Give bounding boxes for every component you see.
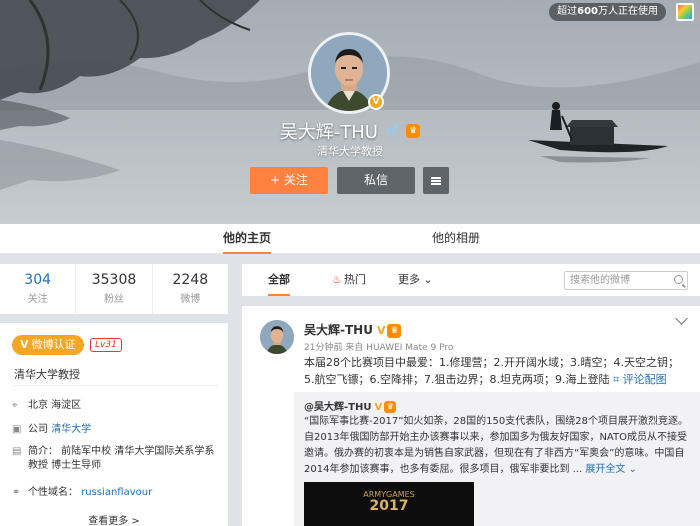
search-icon[interactable] [674,275,683,284]
profile-intro: 清华大学教授 [317,145,383,158]
skin-palette-icon[interactable] [676,3,694,21]
card-intro: 清华大学教授 [14,368,80,381]
verification-label: 微博认证 [31,338,76,351]
vip-crown-icon[interactable]: ♛ [384,401,397,413]
stat-followers-label: 粉丝 [103,294,124,305]
expand-full-text-link[interactable]: 展开全文 ⌄ [585,464,637,475]
profile-name-row: 吴大辉-THU ♂ ♛ [0,118,700,144]
location-text: 北京 海淀区 [28,400,82,411]
filter-hot-label: 热门 [343,273,366,286]
reposted-content: @吴大辉-THU V ♛ “国际军事比赛-2017”如火如荼，28国的150支代表队… [294,392,700,526]
stat-followers-count: 35308 [91,272,137,288]
fire-icon: ♨ [332,273,342,286]
profile-cover: 超过600万人正在使用 V 吴大辉-THU ♂ ♛ 清华大学教授 + 关注 私信 [0,0,700,224]
feed-post: 吴大辉-THU V ♛ 21分钟前 来自 HUAWEI Mate 9 Pro 本届2… [242,306,700,526]
domain-link[interactable]: russianflavour [81,487,152,498]
profile-name: 吴大辉-THU [279,122,378,143]
tab-album[interactable]: 他的相册 [432,224,480,254]
comment-image-label: 评论配图 [622,373,667,386]
feed-filter-bar: 全部 ♨ 热门 更多 ⌄ [242,264,700,296]
stat-followers[interactable]: 35308 粉丝 [76,264,153,314]
more-menu-button[interactable] [423,167,449,194]
filter-all[interactable]: 全部 [268,264,290,296]
online-badge-suffix: 万人正在使用 [598,6,658,17]
bio-card-icon: ▤ [12,446,22,457]
vip-crown-icon[interactable]: ♛ [406,124,421,138]
post-author-avatar[interactable] [260,320,294,354]
online-badge-count: 600 [577,6,598,17]
verified-v-icon: V [368,94,384,110]
post-author-line: 吴大辉-THU V ♛ [304,321,402,338]
profile-stats: 304 关注 35308 粉丝 2248 微博 [0,264,228,314]
repost-image[interactable]: ARMYGAMES 2017 [304,482,474,526]
follow-button[interactable]: + 关注 [250,167,328,194]
verified-v-icon: V [20,338,29,351]
stat-posts-label: 微博 [180,294,201,305]
company-prefix: 公司 [28,424,48,435]
tab-home[interactable]: 他的主页 [223,224,272,254]
verified-v-icon: V [374,402,383,413]
weibo-search-box[interactable] [564,271,688,290]
post-text: 本届28个比赛项目中最爱：1.修理营；2.开开阔水域；3.晴空；4.天空之钥；5… [304,354,686,388]
post-options-chevron-icon[interactable] [675,312,688,325]
male-gender-icon: ♂ [385,123,399,139]
bio-text: 简介： 前陆军中校 清华大学国际关系学系教授 博士生导师 [28,446,215,471]
online-users-badge: 超过600万人正在使用 [549,3,666,21]
see-more-link[interactable]: 查看更多 > [0,512,228,526]
repost-author-line: @吴大辉-THU V ♛ [304,398,397,413]
info-domain: ⚭ 个性域名： russianflavour [12,483,152,498]
briefcase-icon: ▣ [12,424,22,435]
company-link[interactable]: 清华大学 [51,424,91,435]
stat-posts-count: 2248 [172,272,209,288]
image-caption-year: 2017 [369,498,409,514]
filter-more[interactable]: 更多 ⌄ [398,264,433,296]
post-avatar-image [260,320,294,354]
caret-down-icon: ⌄ [423,273,433,286]
weibo-search-input[interactable] [565,272,665,289]
post-meta[interactable]: 21分钟前 来自 HUAWEI Mate 9 Pro [304,340,453,353]
location-pin-icon: ⌖ [12,400,18,411]
repost-text: “国际军事比赛-2017”如火如荼，28国的150支代表队，围绕28个项目展开激… [304,414,696,478]
profile-info-card: V 微博认证 Lv31 清华大学教授 ⌖ 北京 海淀区 ▣ 公司 清华大学 ▤ 简介：… [0,323,228,526]
info-bio: ▤ 简介： 前陆军中校 清华大学国际关系学系教授 博士生导师 [12,445,224,473]
level-badge[interactable]: Lv31 [90,338,122,352]
stat-posts[interactable]: 2248 微博 [153,264,228,314]
verified-v-icon: V [376,324,386,337]
filter-more-label: 更多 [398,273,420,286]
stat-following[interactable]: 304 关注 [0,264,77,314]
stat-following-label: 关注 [27,294,48,305]
message-button[interactable]: 私信 [337,167,415,194]
profile-tab-bar: 他的主页 他的相册 [0,224,700,254]
repost-author[interactable]: @吴大辉-THU [304,402,371,413]
info-company: ▣ 公司 清华大学 [12,420,91,435]
comment-image-link[interactable]: ⌗ 评论配图 [613,373,667,386]
info-location: ⌖ 北京 海淀区 [12,396,81,411]
stat-following-count: 304 [24,272,52,288]
domain-label: 个性域名： [28,487,78,498]
expand-label: 展开全文 [585,464,626,475]
link-icon: ⚭ [12,487,21,498]
online-badge-prefix: 超过 [557,6,578,17]
card-divider [12,385,218,386]
verification-tag[interactable]: V 微博认证 [12,335,84,355]
post-author-name[interactable]: 吴大辉-THU [304,323,373,337]
menu-icon [431,177,441,185]
vip-crown-icon[interactable]: ♛ [387,323,402,338]
filter-hot[interactable]: ♨ 热门 [332,264,366,296]
